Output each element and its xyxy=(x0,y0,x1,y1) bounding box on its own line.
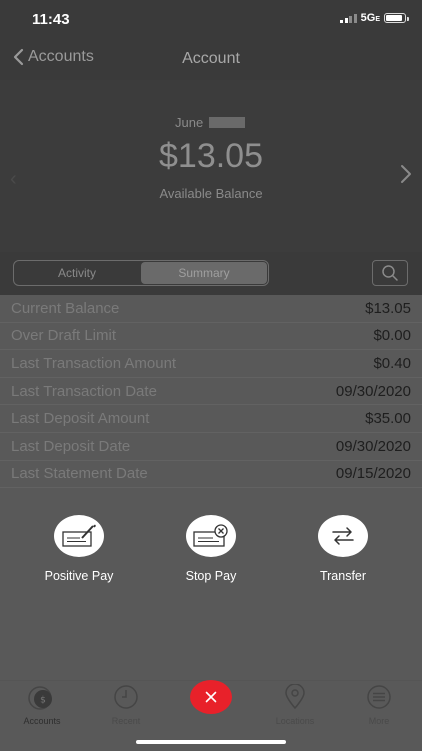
next-account-arrow[interactable] xyxy=(400,164,412,189)
segmented-control: Activity Summary xyxy=(13,260,269,286)
positive-pay-label: Positive Pay xyxy=(44,569,114,583)
transfer-label: Transfer xyxy=(319,569,367,583)
tab-recent[interactable]: Recent xyxy=(96,684,156,726)
check-cancel-icon xyxy=(186,515,236,557)
network-suffix: E xyxy=(375,16,380,23)
status-icons: 5GE xyxy=(340,12,409,24)
status-bar: 11:43 5GE xyxy=(0,0,422,40)
account-period: June xyxy=(175,115,246,130)
menu-icon xyxy=(367,685,391,709)
page-title: Account xyxy=(182,50,240,67)
positive-pay-button[interactable]: Positive Pay xyxy=(24,515,134,583)
search-button[interactable] xyxy=(372,260,408,286)
quick-actions-menu: Positive Pay Stop Pay Transfer xyxy=(0,515,422,590)
summary-row: Last Transaction Amount $0.40 xyxy=(0,350,422,378)
stop-pay-label: Stop Pay xyxy=(185,569,237,583)
balance-header: June ‹ $13.05 Available Balance xyxy=(0,80,422,252)
row-value: $0.00 xyxy=(373,327,411,345)
view-toggle-row: Activity Summary xyxy=(0,252,422,295)
summary-row: Last Statement Date 09/15/2020 xyxy=(0,461,422,489)
tab-locations-label: Locations xyxy=(275,716,315,726)
row-value: $35.00 xyxy=(365,410,411,428)
clock-icon xyxy=(114,685,138,709)
tab-accounts-label: Accounts xyxy=(23,716,61,726)
location-pin-icon xyxy=(285,683,305,710)
signal-icon xyxy=(340,13,357,23)
navigation-bar: Accounts Account xyxy=(0,40,422,80)
available-balance-label: Available Balance xyxy=(159,186,263,201)
network-label: 5GE xyxy=(360,12,380,24)
transfer-button[interactable]: Transfer xyxy=(288,515,398,583)
redacted-block xyxy=(209,117,246,128)
tab-activity[interactable]: Activity xyxy=(14,261,140,285)
tab-more[interactable]: More xyxy=(349,684,409,726)
row-label: Last Statement Date xyxy=(11,465,148,483)
close-menu-button[interactable] xyxy=(190,680,232,714)
summary-row: Last Deposit Date 09/30/2020 xyxy=(0,433,422,461)
home-indicator[interactable] xyxy=(136,740,286,744)
accounts-badge: $ xyxy=(40,696,46,706)
summary-row: Current Balance $13.05 xyxy=(0,295,422,323)
tab-summary[interactable]: Summary xyxy=(141,262,267,284)
row-label: Over Draft Limit xyxy=(11,327,117,345)
chevron-right-icon xyxy=(401,165,411,183)
status-time: 11:43 xyxy=(32,11,70,28)
tab-accounts[interactable]: $ Accounts xyxy=(12,684,72,726)
row-value: 09/30/2020 xyxy=(335,382,411,400)
battery-icon xyxy=(384,13,409,23)
check-pen-icon xyxy=(54,515,104,557)
tab-locations[interactable]: Locations xyxy=(265,683,325,726)
row-value: $0.40 xyxy=(373,354,411,372)
row-label: Last Deposit Date xyxy=(11,437,131,455)
transfer-arrows-icon xyxy=(318,515,368,557)
summary-row: Last Transaction Date 09/30/2020 xyxy=(0,378,422,406)
row-value: 09/30/2020 xyxy=(335,437,411,455)
close-icon xyxy=(205,691,217,703)
row-label: Last Deposit Amount xyxy=(11,410,150,428)
row-label: Last Transaction Amount xyxy=(11,354,177,372)
account-summary-list: Current Balance $13.05 Over Draft Limit $0… xyxy=(0,295,422,489)
row-value: 09/15/2020 xyxy=(335,465,411,483)
month-label: June xyxy=(175,115,204,130)
stop-pay-button[interactable]: Stop Pay xyxy=(156,515,266,583)
row-value: $13.05 xyxy=(365,299,411,317)
accounts-icon: $ xyxy=(28,686,52,710)
tab-more-label: More xyxy=(368,716,390,726)
available-balance-amount: $13.05 xyxy=(159,137,263,175)
tab-recent-label: Recent xyxy=(111,716,141,726)
summary-row: Over Draft Limit $0.00 xyxy=(0,323,422,351)
row-label: Current Balance xyxy=(11,299,120,317)
row-label: Last Transaction Date xyxy=(11,382,157,400)
summary-row: Last Deposit Amount $35.00 xyxy=(0,405,422,433)
search-icon xyxy=(382,265,398,281)
